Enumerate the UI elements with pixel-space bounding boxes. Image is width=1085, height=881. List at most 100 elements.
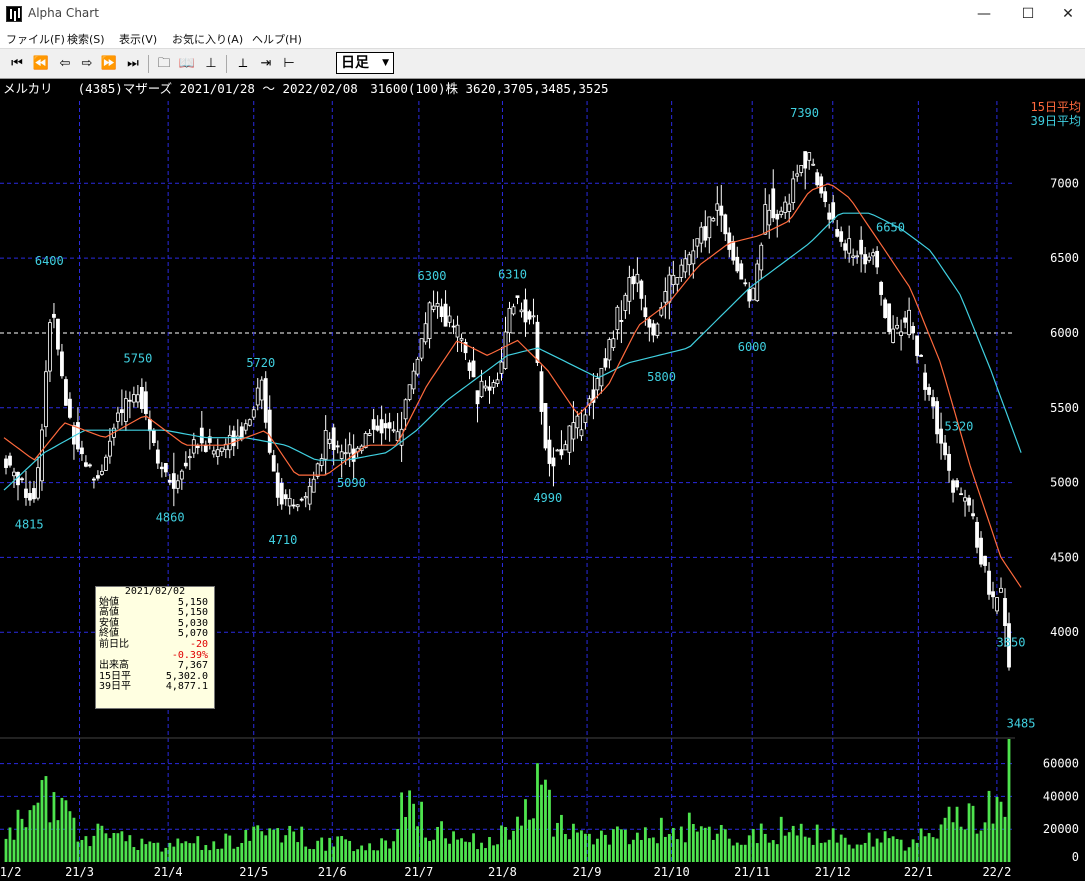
prev-icon[interactable]: ⇦ <box>56 55 74 73</box>
price-annotation: 4815 <box>15 517 44 531</box>
candle-body <box>795 173 800 177</box>
candle-body <box>507 307 512 334</box>
candle-body <box>563 444 568 451</box>
candle-body <box>767 209 772 226</box>
candle-body <box>739 263 744 280</box>
volume-bar <box>508 839 511 862</box>
volume-bar <box>731 845 735 862</box>
candle-body <box>919 354 923 357</box>
volume-bar <box>600 830 603 862</box>
open-folder-icon[interactable]: 🗀 <box>155 55 173 73</box>
volume-bar <box>763 833 767 862</box>
volume-bar <box>76 841 80 862</box>
volume-bar <box>476 849 479 862</box>
marker-icon[interactable]: ⊢ <box>280 55 298 73</box>
candle-body <box>267 409 272 453</box>
price-annotation: 5320 <box>945 420 974 434</box>
volume-bar <box>276 828 280 862</box>
volume-bar <box>703 827 707 862</box>
chart-header: メルカリ (4385)マザーズ 2021/01/28 ～ 2022/02/08 … <box>3 81 609 96</box>
volume-bar <box>923 836 927 862</box>
candle-body <box>575 415 580 429</box>
volume-bar <box>544 779 547 862</box>
menu-view[interactable]: 表示(V) <box>119 31 157 47</box>
candle-body <box>12 471 16 477</box>
chart-edit-icon[interactable]: ⟂ <box>234 55 252 73</box>
candle-body <box>411 370 416 390</box>
book-icon[interactable]: 📖 <box>178 55 196 73</box>
period-select[interactable]: 日足 ▼ <box>336 52 394 74</box>
volume-bar <box>352 851 356 862</box>
candle-body <box>307 485 312 505</box>
minimize-button[interactable]: — <box>961 0 1007 28</box>
candle-body <box>943 442 947 456</box>
candle-body <box>503 331 508 369</box>
menu-file[interactable]: ファイル(F) <box>6 31 65 47</box>
candle-body <box>64 379 68 406</box>
close-button[interactable]: ✕ <box>1045 0 1085 28</box>
next-icon[interactable]: ⇨ <box>78 55 96 73</box>
candle-body <box>379 419 384 434</box>
volume-tick-label: 0 <box>1072 850 1079 864</box>
volume-bar <box>783 835 787 862</box>
candle-body <box>255 387 260 406</box>
candle-body <box>76 422 80 450</box>
candle-body <box>80 447 84 455</box>
menu-search[interactable]: 検索(S) <box>67 31 105 47</box>
menu-help[interactable]: ヘルプ(H) <box>252 31 302 47</box>
candle-body <box>963 497 967 502</box>
volume-bar <box>328 837 332 862</box>
candle-body <box>135 394 140 403</box>
candle-body <box>347 444 352 454</box>
candle-body <box>231 430 236 447</box>
candle-body <box>987 570 991 595</box>
volume-bar <box>987 790 991 862</box>
x-tick-label: 21/11 <box>734 865 770 879</box>
stock-chart[interactable]: メルカリ (4385)マザーズ 2021/01/28 ～ 2022/02/08 … <box>0 79 1085 881</box>
volume-bar <box>823 842 827 862</box>
title-bar: Alpha Chart — ☐ ✕ <box>0 0 1085 28</box>
volume-bar <box>584 833 587 862</box>
candle-body <box>247 419 252 426</box>
volume-bar <box>272 829 276 862</box>
candle-body <box>175 480 180 489</box>
last-icon[interactable]: ⏭ <box>124 55 142 73</box>
candle-body <box>127 399 132 402</box>
volume-bar <box>875 838 879 862</box>
volume-bar <box>308 848 312 862</box>
volume-bar <box>160 851 164 862</box>
volume-bar <box>52 792 56 862</box>
candle-body <box>96 475 100 479</box>
tree-icon[interactable]: ⊥ <box>202 55 220 73</box>
volume-bar <box>484 848 487 862</box>
volume-bar <box>564 834 567 862</box>
candle-body <box>283 494 288 500</box>
x-tick-label: 21/8 <box>488 865 517 879</box>
candle-body <box>48 322 52 372</box>
next-page-icon[interactable]: ⏩ <box>100 55 118 73</box>
candle-body <box>671 274 676 286</box>
export-icon[interactable]: ⇥ <box>257 55 275 73</box>
prev-page-icon[interactable]: ⏪ <box>32 55 50 73</box>
volume-bar <box>380 838 384 862</box>
volume-bar <box>156 842 160 862</box>
menu-favorites[interactable]: お気に入り(A) <box>172 31 243 47</box>
candle-body <box>163 463 168 473</box>
price-annotation: 5720 <box>246 356 275 370</box>
volume-bar <box>667 834 671 862</box>
volume-bar <box>851 848 855 862</box>
volume-bar <box>771 840 775 862</box>
candle-body <box>475 390 480 405</box>
volume-bar <box>48 822 52 862</box>
volume-bar <box>751 828 755 862</box>
candle-body <box>415 358 420 375</box>
candle-body <box>447 315 452 323</box>
candle-body <box>663 291 668 303</box>
candle-body <box>743 282 748 285</box>
volume-bar <box>659 817 663 862</box>
volume-bar <box>727 838 731 862</box>
candle-body <box>407 384 412 400</box>
candle-body <box>92 478 96 481</box>
first-icon[interactable]: ⏮ <box>8 55 26 73</box>
candle-body <box>903 317 908 323</box>
